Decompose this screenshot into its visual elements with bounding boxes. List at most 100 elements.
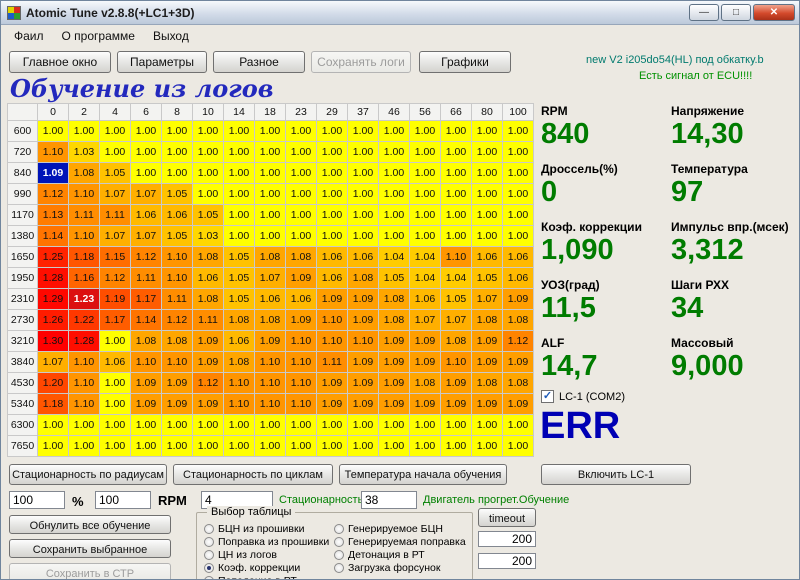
table-cell[interactable]: 1.10 bbox=[316, 330, 348, 352]
table-cell[interactable]: 1.00 bbox=[130, 435, 162, 457]
table-cell[interactable]: 1.00 bbox=[192, 435, 224, 457]
table-cell[interactable]: 1.00 bbox=[316, 225, 348, 247]
table-cell[interactable]: 1.10 bbox=[347, 330, 379, 352]
table-cell[interactable]: 1.00 bbox=[254, 120, 286, 142]
table-cell[interactable]: 1.03 bbox=[68, 141, 100, 163]
table-cell[interactable]: 1.00 bbox=[37, 414, 69, 436]
table-cell[interactable]: 1.00 bbox=[409, 225, 441, 247]
table-cell[interactable]: 1.17 bbox=[99, 309, 131, 331]
table-cell[interactable]: 1.12 bbox=[99, 267, 131, 289]
table-cell[interactable]: 1.09 bbox=[471, 351, 503, 373]
table-cell[interactable]: 1.09 bbox=[440, 372, 472, 394]
table-cell[interactable]: 1.00 bbox=[378, 120, 410, 142]
table-cell[interactable]: 1.09 bbox=[316, 372, 348, 394]
table-cell[interactable]: 1.00 bbox=[440, 183, 472, 205]
table-cell[interactable]: 1.00 bbox=[161, 414, 193, 436]
table-cell[interactable]: 1.00 bbox=[347, 435, 379, 457]
enable-lc1-button[interactable]: Включить LC-1 bbox=[541, 464, 691, 485]
table-cell[interactable]: 1.08 bbox=[254, 309, 286, 331]
table-cell[interactable]: 1.30 bbox=[37, 330, 69, 352]
table-cell[interactable]: 1.09 bbox=[130, 393, 162, 415]
radio-option[interactable]: Детонация в РТ bbox=[334, 549, 466, 561]
table-cell[interactable]: 1.11 bbox=[68, 204, 100, 226]
table-cell[interactable]: 1.05 bbox=[223, 288, 255, 310]
table-cell[interactable]: 1.09 bbox=[192, 351, 224, 373]
table-cell[interactable]: 1.00 bbox=[254, 414, 286, 436]
table-cell[interactable]: 1.10 bbox=[254, 393, 286, 415]
table-cell[interactable]: 1.00 bbox=[254, 183, 286, 205]
table-cell[interactable]: 1.00 bbox=[285, 183, 317, 205]
table-cell[interactable]: 1.11 bbox=[161, 288, 193, 310]
table-cell[interactable]: 1.00 bbox=[223, 225, 255, 247]
table-cell[interactable]: 1.04 bbox=[378, 246, 410, 268]
table-cell[interactable]: 1.09 bbox=[254, 330, 286, 352]
table-cell[interactable]: 1.00 bbox=[316, 435, 348, 457]
table-cell[interactable]: 1.28 bbox=[37, 267, 69, 289]
table-cell[interactable]: 1.13 bbox=[37, 204, 69, 226]
table-cell[interactable]: 1.00 bbox=[502, 414, 534, 436]
table-cell[interactable]: 1.00 bbox=[254, 435, 286, 457]
table-cell[interactable]: 1.00 bbox=[471, 162, 503, 184]
table-cell[interactable]: 1.10 bbox=[68, 372, 100, 394]
table-cell[interactable]: 1.08 bbox=[192, 288, 224, 310]
table-cell[interactable]: 1.14 bbox=[130, 309, 162, 331]
table-cell[interactable]: 1.09 bbox=[316, 288, 348, 310]
table-cell[interactable]: 1.00 bbox=[502, 435, 534, 457]
table-cell[interactable]: 1.00 bbox=[130, 162, 162, 184]
table-cell[interactable]: 1.00 bbox=[99, 435, 131, 457]
table-cell[interactable]: 1.10 bbox=[161, 267, 193, 289]
table-cell[interactable]: 1.10 bbox=[440, 246, 472, 268]
table-cell[interactable]: 1.09 bbox=[440, 393, 472, 415]
table-cell[interactable]: 1.12 bbox=[130, 246, 162, 268]
timeout-input-2[interactable] bbox=[478, 553, 536, 569]
table-cell[interactable]: 1.05 bbox=[223, 246, 255, 268]
table-cell[interactable]: 1.00 bbox=[316, 183, 348, 205]
table-cell[interactable]: 1.10 bbox=[223, 372, 255, 394]
table-cell[interactable]: 1.00 bbox=[99, 372, 131, 394]
table-cell[interactable]: 1.10 bbox=[68, 183, 100, 205]
radio-option[interactable]: Попадание в РТ bbox=[204, 575, 329, 579]
table-cell[interactable]: 1.00 bbox=[254, 204, 286, 226]
table-cell[interactable]: 1.09 bbox=[502, 351, 534, 373]
table-cell[interactable]: 1.00 bbox=[68, 435, 100, 457]
table-cell[interactable]: 1.09 bbox=[192, 393, 224, 415]
table-cell[interactable]: 1.00 bbox=[161, 141, 193, 163]
table-cell[interactable]: 1.09 bbox=[316, 393, 348, 415]
table-cell[interactable]: 1.06 bbox=[471, 246, 503, 268]
table-cell[interactable]: 1.04 bbox=[409, 246, 441, 268]
table-cell[interactable]: 1.26 bbox=[37, 309, 69, 331]
table-cell[interactable]: 1.00 bbox=[378, 435, 410, 457]
table-cell[interactable]: 1.00 bbox=[409, 204, 441, 226]
table-cell[interactable]: 1.10 bbox=[223, 393, 255, 415]
table-cell[interactable]: 1.00 bbox=[440, 414, 472, 436]
table-cell[interactable]: 1.09 bbox=[192, 330, 224, 352]
table-cell[interactable]: 1.06 bbox=[223, 330, 255, 352]
table-cell[interactable]: 1.07 bbox=[37, 351, 69, 373]
table-cell[interactable]: 1.00 bbox=[223, 141, 255, 163]
table-cell[interactable]: 1.00 bbox=[192, 183, 224, 205]
stationarity-radius-button[interactable]: Стационарность по радиусам bbox=[9, 464, 167, 485]
toolbar-parameters-button[interactable]: Параметры bbox=[117, 51, 207, 73]
table-cell[interactable]: 1.00 bbox=[99, 330, 131, 352]
table-cell[interactable]: 1.11 bbox=[316, 351, 348, 373]
stationarity-cycles-button[interactable]: Стационарность по циклам bbox=[173, 464, 333, 485]
table-cell[interactable]: 1.00 bbox=[285, 141, 317, 163]
maximize-button[interactable]: □ bbox=[721, 4, 751, 21]
table-cell[interactable]: 1.05 bbox=[192, 204, 224, 226]
toolbar-graphs-button[interactable]: Графики bbox=[419, 51, 511, 73]
table-cell[interactable]: 1.09 bbox=[471, 393, 503, 415]
table-cell[interactable]: 1.09 bbox=[502, 393, 534, 415]
table-cell[interactable]: 1.25 bbox=[37, 246, 69, 268]
menu-exit[interactable]: Выход bbox=[144, 26, 198, 46]
table-cell[interactable]: 1.09 bbox=[471, 330, 503, 352]
table-cell[interactable]: 1.07 bbox=[99, 225, 131, 247]
table-cell[interactable]: 1.09 bbox=[409, 393, 441, 415]
table-cell[interactable]: 1.10 bbox=[161, 246, 193, 268]
table-cell[interactable]: 1.00 bbox=[502, 204, 534, 226]
table-cell[interactable]: 1.29 bbox=[37, 288, 69, 310]
table-cell[interactable]: 1.00 bbox=[223, 414, 255, 436]
table-cell[interactable]: 1.07 bbox=[254, 267, 286, 289]
table-cell[interactable]: 1.00 bbox=[223, 120, 255, 142]
table-cell[interactable]: 1.00 bbox=[347, 225, 379, 247]
table-cell[interactable]: 1.14 bbox=[37, 225, 69, 247]
